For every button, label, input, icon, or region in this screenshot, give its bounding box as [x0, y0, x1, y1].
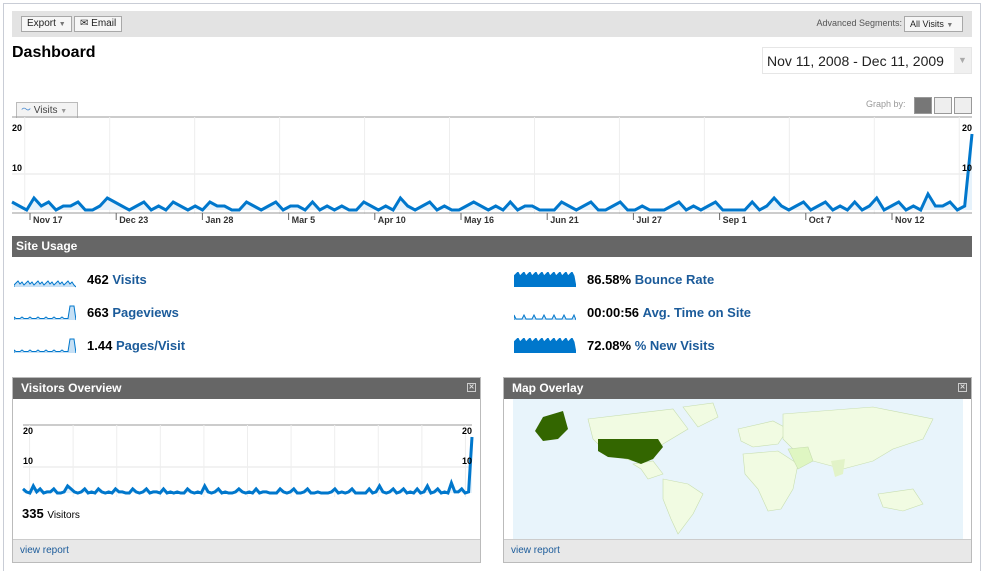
panel-footer: view report	[504, 539, 971, 562]
x-tick-label: Mar 5	[292, 215, 316, 225]
y-tick-label: 10	[12, 163, 22, 173]
y-tick-label: 10	[23, 456, 33, 466]
graph-by-month-button[interactable]	[954, 97, 972, 114]
metric-link[interactable]: Visits	[112, 272, 146, 287]
metric-link[interactable]: Bounce Rate	[635, 272, 714, 287]
y-tick-label: 10	[962, 163, 972, 173]
metric--new-visits: 72.08% % New Visits	[587, 338, 715, 354]
x-tick-label: Dec 23	[119, 215, 148, 225]
panel-title: Map Overlay	[512, 381, 584, 395]
metric-avg-time-on-site: 00:00:56 Avg. Time on Site	[587, 305, 751, 321]
visitors-count-label: Visitors	[47, 510, 80, 521]
y-tick-label: 20	[23, 426, 33, 436]
metric-link[interactable]: % New Visits	[635, 338, 715, 353]
area-fill	[12, 134, 972, 210]
segment-value: All Visits	[910, 19, 944, 29]
metric-value: 00:00:56	[587, 305, 640, 320]
x-tick-label: Nov 17	[33, 215, 63, 225]
metric-value: 1.44	[87, 338, 113, 353]
view-report-link[interactable]: view report	[511, 545, 560, 556]
metric-value: 663	[87, 305, 109, 320]
email-button[interactable]: ✉ Email	[74, 16, 123, 32]
metric-value: 72.08%	[587, 338, 632, 353]
graph-by-label: Graph by:	[866, 99, 906, 109]
metric-value: 462	[87, 272, 109, 287]
visitors-overview-panel: Visitors Overview ✕ 20 20 10 10 335 Visitors…	[12, 377, 481, 563]
panel-footer: view report	[13, 539, 480, 562]
export-label: Export	[27, 18, 56, 29]
panel-title: Visitors Overview	[21, 381, 122, 395]
chevron-down-icon: ▼	[954, 48, 971, 73]
graph-by-week-button[interactable]	[934, 97, 952, 114]
envelope-icon: ✉	[80, 18, 89, 29]
visitors-overview-header[interactable]: Visitors Overview ✕	[13, 378, 480, 399]
page-title: Dashboard	[12, 44, 96, 61]
metric-pageviews: 663 Pageviews	[87, 305, 179, 321]
chevron-down-icon: ▼	[946, 22, 954, 29]
visits-line	[11, 133, 974, 213]
x-tick-label: Jun 21	[550, 215, 579, 225]
metric-pages-visit: 1.44 Pages/Visit	[87, 338, 185, 354]
metric-bounce-rate: 86.58% Bounce Rate	[587, 272, 714, 288]
visitors-count: 335 Visitors	[22, 506, 80, 521]
map-overlay-panel: Map Overlay ✕ view report	[503, 377, 972, 563]
sparkline	[514, 272, 576, 288]
sparkline	[514, 338, 576, 354]
x-tick-label: Apr 10	[378, 215, 406, 225]
metric-link[interactable]: Pages/Visit	[116, 338, 185, 353]
date-range-value: Nov 11, 2008 - Dec 11, 2009	[767, 53, 944, 69]
visitors-chart: 20 20 10 10	[22, 424, 474, 497]
sparkline	[14, 305, 76, 321]
visits-chart: 20 20 10 10 Nov 17 Dec 23 Jan 28 Mar 5 Apr 10 May…	[11, 116, 974, 225]
sparkline	[514, 313, 576, 321]
close-icon[interactable]: ✕	[958, 383, 967, 392]
email-label: Email	[91, 18, 117, 29]
x-tick-label: May 16	[464, 215, 494, 225]
export-button[interactable]: Export ▼	[21, 16, 72, 32]
segments-label: Advanced Segments:	[816, 18, 902, 28]
graph-by-day-button[interactable]	[914, 97, 932, 114]
y-tick-label: 10	[462, 456, 472, 466]
x-tick-label: Jan 28	[205, 215, 233, 225]
y-tick-label: 20	[962, 123, 972, 133]
map-overlay-header[interactable]: Map Overlay ✕	[504, 378, 971, 399]
date-range-picker[interactable]: Nov 11, 2008 - Dec 11, 2009 ▼	[762, 47, 972, 74]
metric-value: 86.58%	[587, 272, 632, 287]
metric-link[interactable]: Pageviews	[112, 305, 179, 320]
x-tick-label: Jul 27	[636, 215, 662, 225]
segments-select[interactable]: All Visits ▼	[904, 16, 963, 32]
metric-label: Visits	[33, 105, 58, 116]
sparkline	[14, 338, 76, 354]
x-tick-label: Nov 12	[895, 215, 925, 225]
toolbar: Export ▼ ✉ Email Advanced Segments: All …	[12, 11, 972, 37]
site-usage-header: Site Usage	[12, 236, 972, 257]
visitors-count-value: 335	[22, 506, 44, 521]
metric-link[interactable]: Avg. Time on Site	[643, 305, 751, 320]
line-chart-icon: 〜	[21, 105, 31, 116]
y-tick-label: 20	[462, 426, 472, 436]
world-map[interactable]	[513, 399, 963, 539]
close-icon[interactable]: ✕	[467, 383, 476, 392]
view-report-link[interactable]: view report	[20, 545, 69, 556]
x-tick-label: Oct 7	[809, 215, 832, 225]
chevron-down-icon: ▼	[60, 108, 68, 115]
chevron-down-icon: ▼	[58, 21, 66, 28]
sparkline	[14, 280, 76, 288]
y-tick-label: 20	[12, 123, 22, 133]
x-tick-label: Sep 1	[723, 215, 747, 225]
metric-visits: 462 Visits	[87, 272, 147, 288]
